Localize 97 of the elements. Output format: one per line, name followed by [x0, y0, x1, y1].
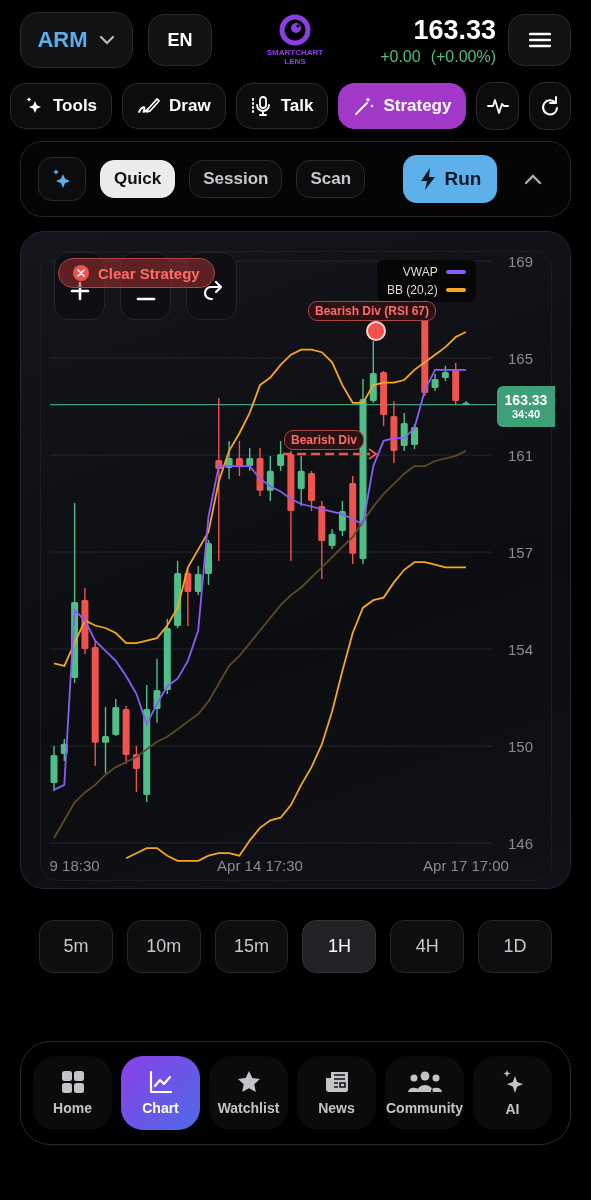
candlestick — [462, 400, 470, 406]
candlestick — [81, 587, 89, 655]
x-axis-label: 9 18:30 — [49, 857, 100, 874]
legend-label: VWAP — [402, 265, 438, 279]
legend-swatch — [445, 270, 466, 274]
price-value: 163.33 — [413, 14, 496, 46]
annotation-label: Bearish Div (RSI 67) — [308, 301, 437, 321]
mode-tab[interactable]: Session — [189, 160, 283, 198]
candlestick — [297, 455, 305, 507]
microphone-icon — [250, 94, 273, 117]
ai-sparkle-button[interactable] — [38, 157, 86, 201]
clear-strategy-button[interactable]: Clear Strategy — [58, 258, 215, 288]
annotation-label: Bearish Div — [284, 430, 365, 450]
timeframe-tab[interactable]: 1H — [302, 920, 377, 973]
timeframe-tab[interactable]: 5m — [39, 920, 113, 973]
timeframe-tab[interactable]: 10m — [126, 920, 201, 973]
nav-tab[interactable]: Chart — [121, 1056, 200, 1130]
logo-icon — [279, 14, 311, 46]
nav-tab[interactable]: Community — [385, 1056, 464, 1130]
candlestick — [225, 440, 233, 480]
line-chart-icon — [148, 1070, 173, 1094]
x-axis-label: Apr 14 17:30 — [217, 857, 303, 874]
indicator-button[interactable] — [476, 81, 519, 130]
nav-tab[interactable]: Watchlist — [209, 1056, 288, 1130]
symbol-dropdown[interactable]: ARM — [20, 12, 133, 68]
candlestick — [411, 423, 418, 450]
y-axis-label: 157 — [508, 544, 534, 562]
candlestick — [266, 455, 274, 502]
candlestick — [369, 340, 377, 404]
candle-countdown: 34:40 — [511, 408, 541, 421]
candlestick — [112, 698, 120, 737]
signal-marker — [366, 321, 386, 341]
lightning-icon — [418, 167, 437, 191]
menu-icon — [528, 32, 551, 48]
language-button[interactable]: EN — [148, 14, 212, 66]
candlestick — [390, 400, 398, 464]
candlestick — [441, 365, 449, 382]
nav-tab[interactable]: AI — [473, 1056, 552, 1130]
y-axis-label: 146 — [508, 835, 534, 853]
candlestick — [132, 745, 140, 793]
nav-tab[interactable]: News — [297, 1056, 376, 1130]
candlestick — [102, 706, 109, 774]
candlestick — [308, 470, 315, 512]
candlestick — [60, 738, 68, 762]
y-axis-label: 169 — [508, 253, 534, 271]
run-button[interactable]: Run — [403, 155, 497, 203]
candlestick — [400, 412, 408, 452]
candlestick — [256, 447, 264, 497]
refresh-icon — [539, 94, 560, 117]
candlestick — [431, 373, 439, 392]
timeframe-tab[interactable]: 1D — [478, 920, 552, 973]
candlestick — [205, 539, 212, 586]
candlestick — [277, 440, 285, 472]
candlestick — [174, 560, 182, 629]
nav-tab[interactable]: Home — [33, 1056, 112, 1130]
y-axis-label: 150 — [508, 738, 534, 756]
last-price-value: 163.33 — [504, 392, 548, 409]
legend-label: BB (20,2) — [387, 283, 438, 297]
legend-swatch — [445, 288, 466, 292]
candlestick — [235, 440, 243, 477]
people-icon — [406, 1070, 443, 1094]
chevron-up-icon[interactable] — [523, 172, 543, 186]
logo-text: SMARTCHART LENS — [266, 48, 324, 66]
close-icon — [73, 265, 89, 281]
toolbar-tab[interactable]: Draw — [122, 82, 226, 129]
timeframe-tab[interactable]: 4H — [390, 920, 465, 973]
x-axis-label: Apr 17 17:00 — [423, 857, 509, 874]
candlestick — [122, 705, 130, 765]
y-axis-label: 161 — [508, 447, 534, 465]
candlestick — [246, 447, 254, 472]
candlestick — [50, 745, 58, 792]
mode-tab[interactable]: Quick — [100, 160, 176, 198]
y-axis-label: 165 — [508, 350, 534, 367]
grid-icon — [60, 1070, 85, 1094]
price-change: +0.00 — [380, 47, 421, 66]
candlestick — [338, 500, 346, 537]
pencil-icon — [137, 95, 162, 116]
toolbar-tab[interactable]: Tools — [10, 82, 113, 129]
timeframe-tab[interactable]: 15m — [214, 920, 289, 973]
star-icon — [236, 1070, 261, 1094]
candlestick — [328, 528, 336, 550]
newspaper-icon — [324, 1070, 349, 1094]
y-axis-label: 154 — [508, 641, 534, 658]
refresh-button[interactable] — [528, 81, 571, 130]
menu-button[interactable] — [508, 14, 571, 66]
minus-icon — [135, 297, 156, 301]
candlestick — [380, 370, 388, 427]
candlestick — [194, 565, 202, 596]
toolbar-tab[interactable]: Talk — [235, 82, 329, 129]
candlestick — [184, 567, 192, 627]
toolbar-tab[interactable]: Strategy — [338, 82, 467, 129]
chevron-down-icon — [97, 34, 116, 46]
candlestick — [153, 658, 161, 724]
plus-icon — [69, 281, 90, 301]
price-change-percent: (+0.00%) — [430, 47, 496, 66]
candlestick — [452, 362, 460, 405]
mode-tab[interactable]: Scan — [296, 160, 366, 198]
